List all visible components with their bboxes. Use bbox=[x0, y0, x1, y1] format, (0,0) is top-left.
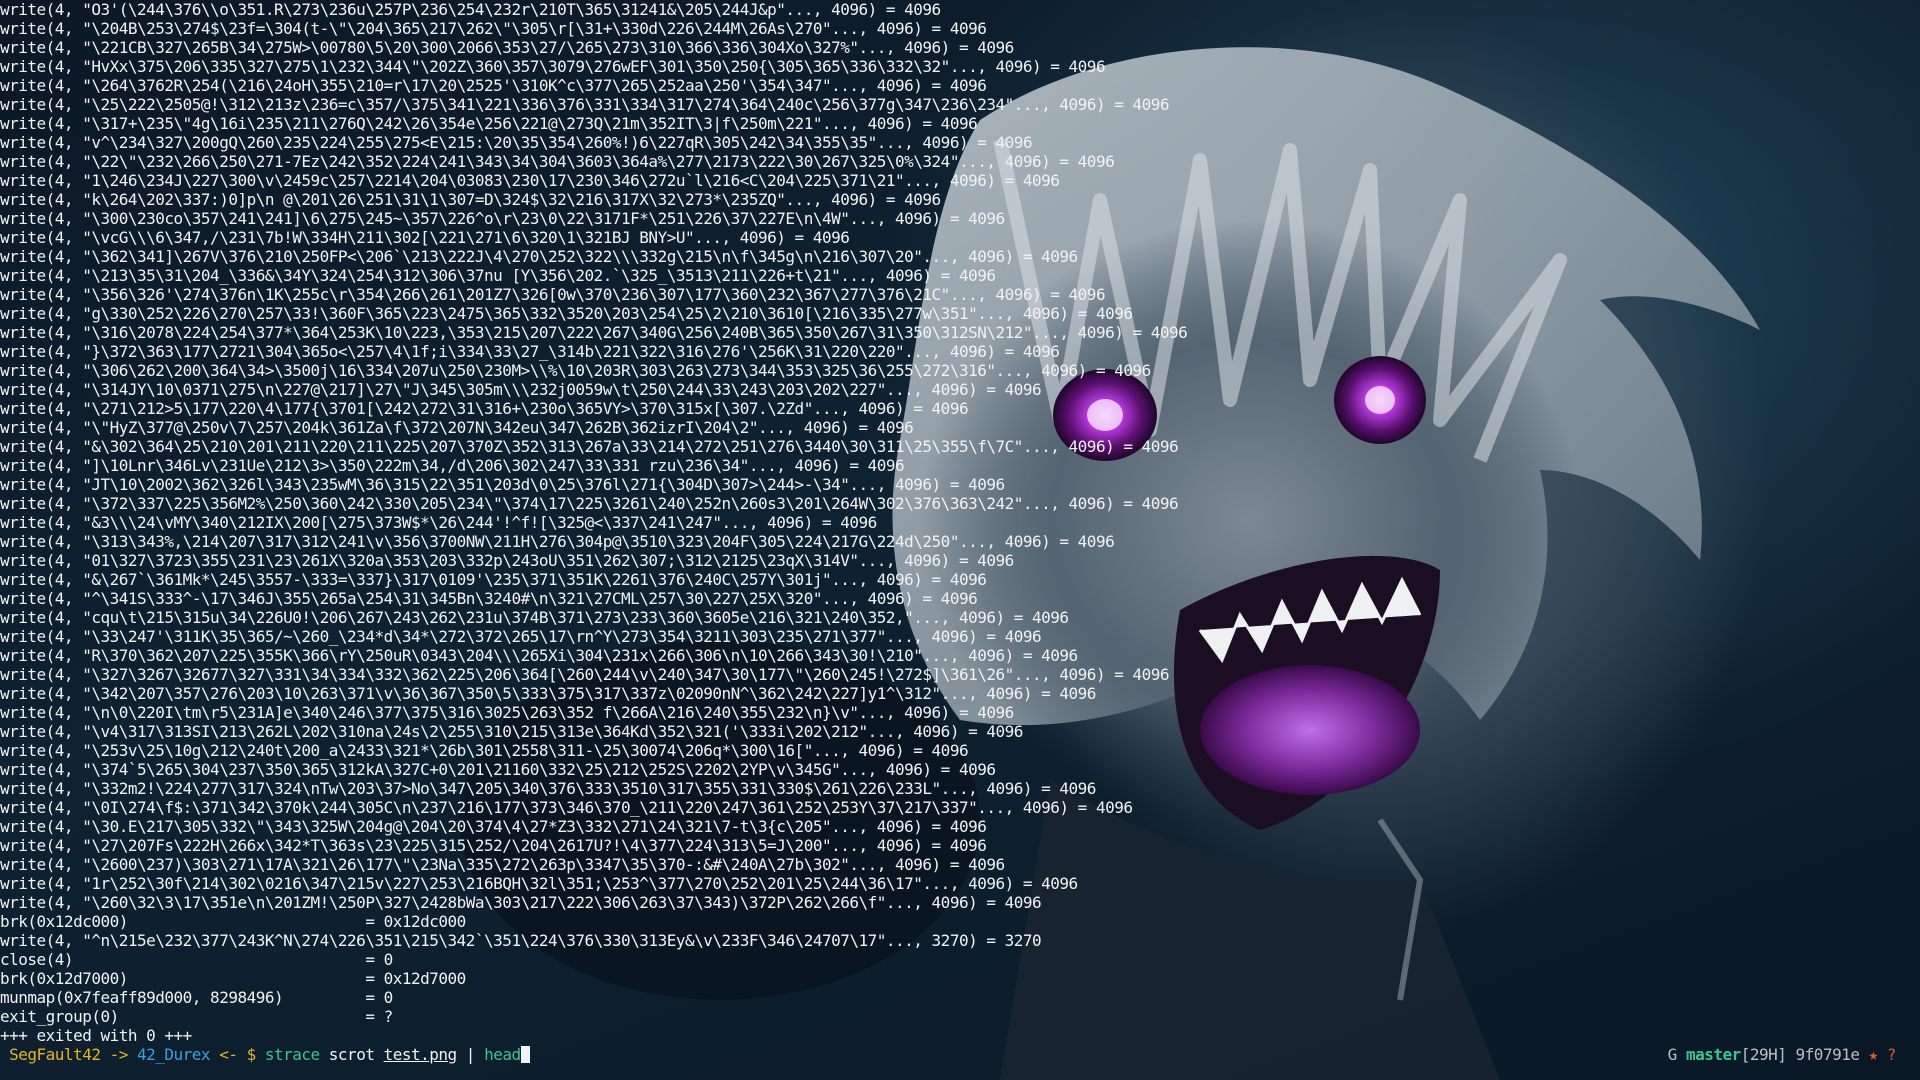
output-line: write(4, "\374`5\265\304\237\350\365\312… bbox=[0, 760, 996, 779]
output-line: write(4, "^n\215e\232\377\243K^N\274\226… bbox=[0, 931, 1042, 950]
git-last-commit-age: [29H] bbox=[1740, 1045, 1787, 1064]
output-line: write(4, "\22\"\232\266\250\271-7Ez\242\… bbox=[0, 152, 1115, 171]
output-line: write(4, "O3'(\244\376\\o\351.R\273\236u… bbox=[0, 0, 941, 19]
prompt-user: SegFault42 bbox=[0, 1045, 101, 1064]
output-line: write(4, "\356\326'\274\376n\1K\255c\r\3… bbox=[0, 285, 1106, 304]
output-line: write(4, "\213\35\31\204_\336&\34Y\324\2… bbox=[0, 266, 996, 285]
output-line: write(4, "\372\337\225\356M2%\250\360\24… bbox=[0, 494, 1179, 513]
git-label: G bbox=[1667, 1045, 1686, 1064]
prompt-arrow-left: <- bbox=[210, 1045, 247, 1064]
output-line: write(4, "\300\230co\357\241\241]\6\275\… bbox=[0, 209, 1005, 228]
output-line: write(4, "\260\32\3\17\351e\n\201ZM!\250… bbox=[0, 893, 1042, 912]
output-line: write(4, "1\246\234J\227\300\v\2459c\257… bbox=[0, 171, 1060, 190]
output-line: write(4, "&3\\\24\vMY\340\212IX\200[\275… bbox=[0, 513, 877, 532]
output-line: munmap(0x7feaff89d000, 8298496) = 0 bbox=[0, 988, 393, 1007]
output-line: write(4, "\327\3267\32677\327\331\34\334… bbox=[0, 665, 1170, 684]
output-line: write(4, "\2600\237)\303\271\17A\321\26\… bbox=[0, 855, 1005, 874]
output-line: write(4, "\342\207\357\276\203\10\263\37… bbox=[0, 684, 1096, 703]
output-line: write(4, "]\10Lnr\346Lv\231Ue\212\3>\350… bbox=[0, 456, 905, 475]
shell-prompt[interactable]: SegFault42 -> 42_Durex <- $ strace scrot… bbox=[0, 1045, 530, 1064]
output-line: write(4, "\33\247'\311K\35\365/~\260_\23… bbox=[0, 627, 1042, 646]
git-untracked-marker: ? bbox=[1877, 1045, 1897, 1064]
prompt-arrow-right: -> bbox=[100, 1045, 137, 1064]
output-line: write(4, "01\327\3723\355\231\23\261X\32… bbox=[0, 551, 1014, 570]
output-line: write(4, "&\302\364\25\210\201\211\220\2… bbox=[0, 437, 1179, 456]
git-commit-hash: 9f0791e bbox=[1786, 1045, 1860, 1064]
output-line: write(4, "\v4\317\313SI\213\262L\202\310… bbox=[0, 722, 1023, 741]
prompt-dollar: $ bbox=[246, 1045, 265, 1064]
terminal-output: write(4, "O3'(\244\376\\o\351.R\273\236u… bbox=[0, 0, 1188, 1045]
output-line: write(4, "JT\10\2002\362\326l\343\235wM\… bbox=[0, 475, 1005, 494]
output-line: write(4, "\221CB\327\265B\34\275W>\00780… bbox=[0, 38, 1014, 57]
output-line: write(4, "\271\212>5\177\220\4\177{\3701… bbox=[0, 399, 969, 418]
git-status-rprompt: G master[29H] 9f0791e ★ ? bbox=[1667, 1045, 1897, 1064]
output-line: write(4, "}\372\363\177\2721\304\365o<\2… bbox=[0, 342, 1060, 361]
output-line: write(4, "cqu\t\215\315u\34\226U0!\206\2… bbox=[0, 608, 1069, 627]
output-line: close(4) = 0 bbox=[0, 950, 393, 969]
block-cursor-icon[interactable] bbox=[520, 1046, 530, 1063]
prompt-directory: 42_Durex bbox=[137, 1045, 211, 1064]
output-line: write(4, "R\370\362\207\225\355K\366\rY\… bbox=[0, 646, 1078, 665]
output-line: write(4, "\25\222\2505@!\312\213z\236=c\… bbox=[0, 95, 1170, 114]
piped-command-name[interactable]: head bbox=[484, 1045, 521, 1064]
command-argument[interactable]: scrot bbox=[320, 1045, 384, 1064]
output-line: write(4, "k\264\202\337:)0]p\n @\201\26\… bbox=[0, 190, 941, 209]
output-line: write(4, "\306\262\200\364\34>\3500j\16\… bbox=[0, 361, 1151, 380]
git-dirty-star-icon: ★ bbox=[1859, 1045, 1879, 1064]
terminal-window[interactable]: write(4, "O3'(\244\376\\o\351.R\273\236u… bbox=[0, 0, 1920, 1080]
output-line: write(4, "1r\252\30f\214\302\0216\347\21… bbox=[0, 874, 1078, 893]
output-line: write(4, "\30.E\217\305\332\"\343\325W\2… bbox=[0, 817, 987, 836]
command-name[interactable]: strace bbox=[265, 1045, 320, 1064]
output-line: brk(0x12dc000) = 0x12dc000 bbox=[0, 912, 466, 931]
output-line: write(4, "\314JY\10\0371\275\n\227@\217]… bbox=[0, 380, 1042, 399]
output-line: exit_group(0) = ? bbox=[0, 1007, 393, 1026]
output-line: write(4, "\332m2!\224\277\317\324\nTw\20… bbox=[0, 779, 1096, 798]
command-file-argument[interactable]: test.png bbox=[384, 1045, 458, 1064]
output-line: write(4, "g\330\252\226\270\257\33!\360F… bbox=[0, 304, 1133, 323]
output-line: write(4, "\"HyZ\377@\250v\7\257\204k\361… bbox=[0, 418, 914, 437]
git-branch: master bbox=[1685, 1045, 1741, 1064]
output-line: write(4, "\362\341]\267V\376\210\250FP<\… bbox=[0, 247, 1078, 266]
output-line: write(4, "\204B\253\274$\23f=\304(t-\"\2… bbox=[0, 19, 987, 38]
output-line: write(4, "\316\2078\224\254\377*\364\253… bbox=[0, 323, 1188, 342]
output-line: write(4, "&\267`\361Mk*\245\3557-\333=\3… bbox=[0, 570, 987, 589]
output-line: write(4, "\253v\25\10g\212\240t\200_a\24… bbox=[0, 741, 969, 760]
output-line: write(4, "\n\0\220I\tm\r5\231A]e\340\246… bbox=[0, 703, 1014, 722]
output-line: write(4, "^\341S\333^-\17\346J\355\265a\… bbox=[0, 589, 978, 608]
output-line: write(4, "v^\234\327\200gQ\260\235\224\2… bbox=[0, 133, 1033, 152]
command-pipe[interactable]: | bbox=[457, 1045, 484, 1064]
output-line: write(4, "\27\207Fs\222H\266x\342*T\363s… bbox=[0, 836, 987, 855]
output-line: +++ exited with 0 +++ bbox=[0, 1026, 192, 1045]
output-line: write(4, "\317+\235\"4g\16i\235\211\276Q… bbox=[0, 114, 978, 133]
output-line: write(4, "\0I\274\f$:\371\342\370k\244\3… bbox=[0, 798, 1133, 817]
output-line: write(4, "HvXx\375\206\335\327\275\1\232… bbox=[0, 57, 1106, 76]
output-line: write(4, "\264\3762R\254(\216\24oH\355\2… bbox=[0, 76, 987, 95]
output-line: write(4, "\vcG\\\6\347,/\231\7b!W\334H\2… bbox=[0, 228, 850, 247]
output-line: write(4, "\313\343%,\214\207\317\312\241… bbox=[0, 532, 1115, 551]
output-line: brk(0x12d7000) = 0x12d7000 bbox=[0, 969, 466, 988]
